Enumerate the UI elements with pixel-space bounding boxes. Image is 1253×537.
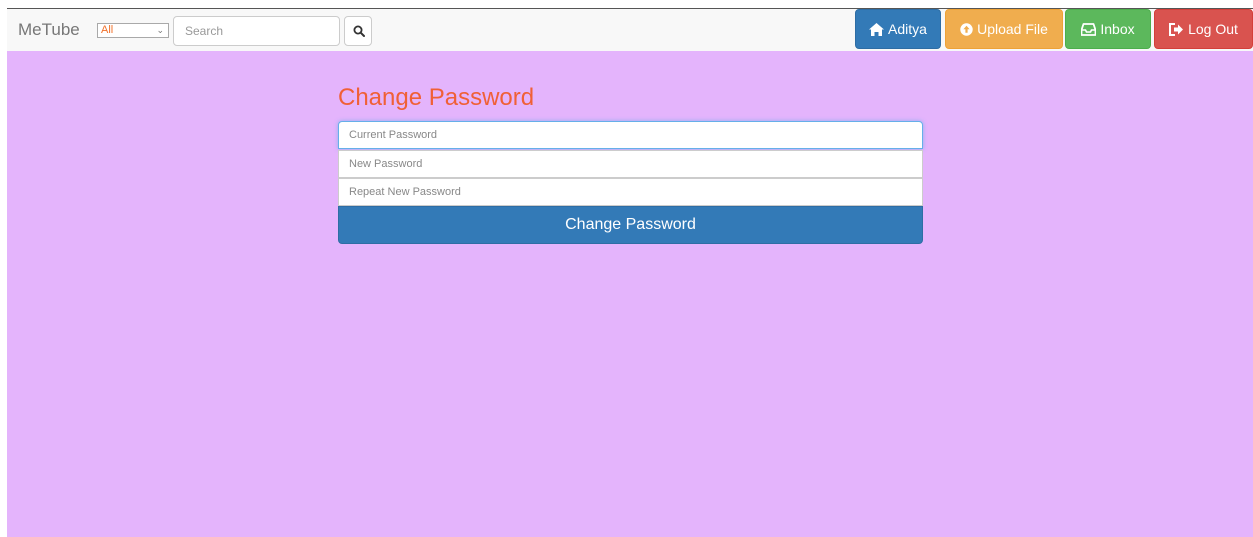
new-password-placeholder: New Password [349, 158, 423, 170]
page-title: Change Password [338, 84, 535, 111]
navbar: MeTube All ⌄ Search Aditya Upload File I… [7, 8, 1253, 51]
log-out-button-label: Log Out [1188, 21, 1238, 37]
home-icon [869, 22, 885, 36]
new-password-field[interactable]: New Password [338, 150, 923, 178]
user-home-button[interactable]: Aditya [855, 9, 941, 49]
upload-file-button[interactable]: Upload File [945, 9, 1063, 49]
category-select[interactable]: All ⌄ [97, 23, 169, 38]
user-button-label: Aditya [888, 21, 927, 37]
current-password-placeholder: Current Password [349, 129, 438, 141]
upload-button-label: Upload File [977, 21, 1048, 37]
inbox-button[interactable]: Inbox [1065, 9, 1151, 49]
search-icon [353, 25, 365, 37]
inbox-icon [1081, 22, 1097, 36]
inbox-button-label: Inbox [1100, 21, 1135, 37]
current-password-field[interactable]: Current Password [338, 121, 923, 149]
log-out-icon [1169, 22, 1184, 36]
search-placeholder: Search [185, 24, 224, 38]
upload-circle-icon [960, 22, 973, 36]
brand-logo[interactable]: MeTube [18, 20, 80, 40]
search-input[interactable]: Search [173, 16, 340, 46]
repeat-password-placeholder: Repeat New Password [349, 186, 461, 198]
log-out-button[interactable]: Log Out [1154, 9, 1253, 49]
chevron-down-icon: ⌄ [156, 25, 164, 35]
change-password-button[interactable]: Change Password [338, 206, 923, 244]
repeat-password-field[interactable]: Repeat New Password [338, 178, 923, 206]
page-frame: MeTube All ⌄ Search Aditya Upload File I… [7, 8, 1253, 537]
search-button[interactable] [344, 16, 372, 46]
category-selected-value: All [101, 24, 114, 36]
